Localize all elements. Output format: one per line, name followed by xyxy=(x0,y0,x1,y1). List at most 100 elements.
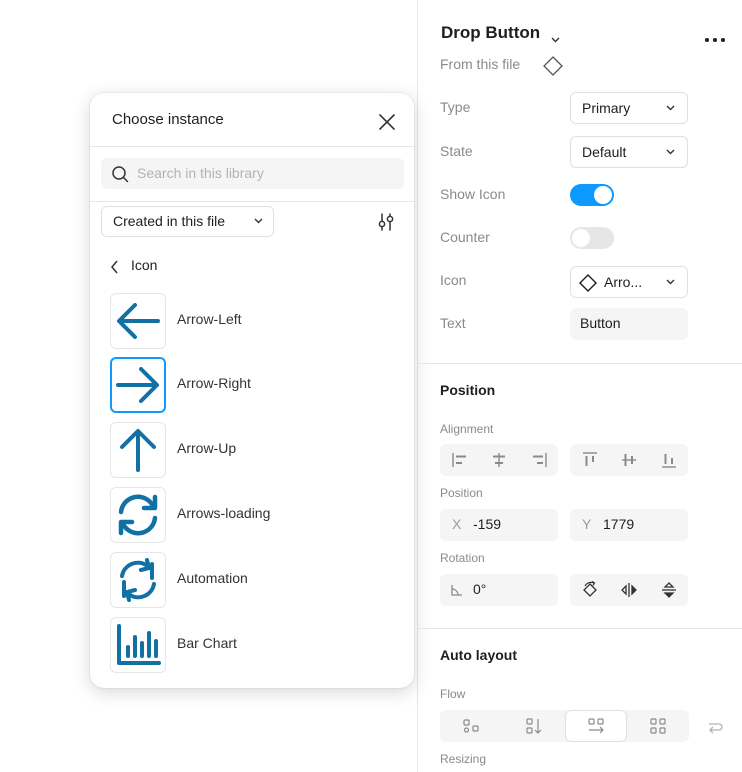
icon-instance-select[interactable]: Arro... xyxy=(570,266,688,298)
search-box[interactable] xyxy=(101,158,404,189)
rotation-value: 0° xyxy=(473,581,487,597)
text-field[interactable]: Button xyxy=(570,308,688,340)
section-divider xyxy=(418,363,742,364)
library-filter-dropdown[interactable]: Created in this file xyxy=(101,206,274,237)
instance-thumbnail xyxy=(110,422,166,478)
angle-icon xyxy=(451,585,462,596)
component-name[interactable]: Drop Button xyxy=(441,23,540,43)
popover-title: Choose instance xyxy=(112,111,224,128)
align-top-button[interactable] xyxy=(570,444,609,476)
instance-thumbnail xyxy=(110,552,166,608)
flip-vertical-button[interactable] xyxy=(649,574,688,606)
type-select[interactable]: Primary xyxy=(570,92,688,124)
rotate-90-button[interactable] xyxy=(570,574,609,606)
freeform-layout-icon xyxy=(463,719,479,733)
x-value: -159 xyxy=(473,516,502,532)
x-position-field[interactable]: X -159 xyxy=(440,509,558,541)
instance-item-arrow-left[interactable]: Arrow-Left xyxy=(110,293,390,349)
counter-toggle[interactable] xyxy=(570,227,614,249)
instance-label: Bar Chart xyxy=(177,635,237,651)
instance-thumbnail xyxy=(110,293,166,349)
instance-label: Arrow-Up xyxy=(177,440,237,456)
align-right-button[interactable] xyxy=(519,444,558,476)
auto-layout-section-title: Auto layout xyxy=(440,647,517,663)
toggle-knob xyxy=(572,229,590,247)
breadcrumb-label: Icon xyxy=(131,257,158,273)
position-section-title: Position xyxy=(440,382,496,398)
adjust-icon[interactable] xyxy=(376,212,396,237)
bar-chart-icon xyxy=(117,624,161,665)
arrow-up-icon xyxy=(120,429,156,472)
automation-icon xyxy=(120,558,156,602)
arrows-loading-icon xyxy=(118,494,158,536)
align-middle-v-button[interactable] xyxy=(609,444,649,476)
align-left-button[interactable] xyxy=(440,444,479,476)
chevron-down-icon xyxy=(666,149,675,155)
close-icon[interactable] xyxy=(376,111,398,133)
text-value: Button xyxy=(580,315,621,331)
toggle-knob xyxy=(594,186,612,204)
flow-freeform-button[interactable] xyxy=(440,710,502,742)
wrap-icon[interactable] xyxy=(706,718,724,741)
show-icon-label: Show Icon xyxy=(440,186,506,202)
instance-thumbnail-selected xyxy=(110,357,166,413)
align-horizontal-center-icon xyxy=(493,453,505,467)
text-label: Text xyxy=(440,315,466,331)
more-options-icon[interactable] xyxy=(704,30,726,48)
search-icon xyxy=(112,166,129,183)
flow-label: Flow xyxy=(440,687,466,701)
instance-item-arrows-loading[interactable]: Arrows-loading xyxy=(110,487,390,543)
align-left-icon xyxy=(451,453,466,467)
instance-label: Arrow-Right xyxy=(177,375,251,391)
state-label: State xyxy=(440,143,473,159)
flip-horizontal-button[interactable] xyxy=(609,574,649,606)
chevron-left-icon xyxy=(111,260,118,274)
align-center-h-button[interactable] xyxy=(479,444,519,476)
instance-thumbnail xyxy=(110,617,166,673)
state-value: Default xyxy=(582,144,627,160)
rotation-field[interactable]: 0° xyxy=(440,574,558,606)
y-position-field[interactable]: Y 1779 xyxy=(570,509,688,541)
instance-item-arrow-up[interactable]: Arrow-Up xyxy=(110,422,390,478)
arrow-right-icon xyxy=(116,367,159,403)
rotation-label: Rotation xyxy=(440,551,485,565)
popover-divider xyxy=(90,146,414,147)
type-label: Type xyxy=(440,99,471,115)
section-divider xyxy=(418,628,742,629)
flow-vertical-button[interactable] xyxy=(502,710,565,742)
instance-item-automation[interactable]: Automation xyxy=(110,552,390,608)
instance-thumbnail xyxy=(110,487,166,543)
instance-item-bar-chart[interactable]: Bar Chart xyxy=(110,617,390,673)
align-vertical-center-icon xyxy=(622,454,636,466)
flow-grid-button[interactable] xyxy=(627,710,689,742)
grid-layout-icon xyxy=(650,718,666,734)
flow-horizontal-button[interactable] xyxy=(565,710,627,742)
show-icon-toggle[interactable] xyxy=(570,184,614,206)
horizontal-alignment-group xyxy=(440,444,558,476)
y-value: 1779 xyxy=(603,516,635,532)
search-input[interactable] xyxy=(137,163,392,183)
flip-horizontal-icon xyxy=(621,583,637,597)
chevron-down-icon xyxy=(666,105,675,111)
chevron-down-icon[interactable] xyxy=(551,30,560,48)
counter-label: Counter xyxy=(440,229,490,245)
state-select[interactable]: Default xyxy=(570,136,688,168)
align-bottom-button[interactable] xyxy=(649,444,688,476)
x-prefix: X xyxy=(452,516,462,532)
chevron-down-icon xyxy=(666,279,675,285)
popover-divider xyxy=(90,201,414,202)
chevron-down-icon xyxy=(254,218,263,224)
vertical-flow-icon xyxy=(525,718,541,734)
instance-label: Arrows-loading xyxy=(177,505,271,521)
align-right-icon xyxy=(532,453,547,467)
rotate-icon xyxy=(582,581,597,597)
properties-panel: Drop Button From this file Type Primary … xyxy=(418,0,742,772)
component-source: From this file xyxy=(440,56,521,72)
align-top-icon xyxy=(582,452,597,466)
choose-instance-popover: Choose instance Created in this file Ico… xyxy=(90,93,414,688)
instance-item-arrow-right[interactable]: Arrow-Right xyxy=(110,357,390,413)
flip-vertical-icon xyxy=(661,582,676,598)
arrow-left-icon xyxy=(117,303,160,339)
filter-label: Created in this file xyxy=(113,213,226,229)
y-prefix: Y xyxy=(582,516,592,532)
